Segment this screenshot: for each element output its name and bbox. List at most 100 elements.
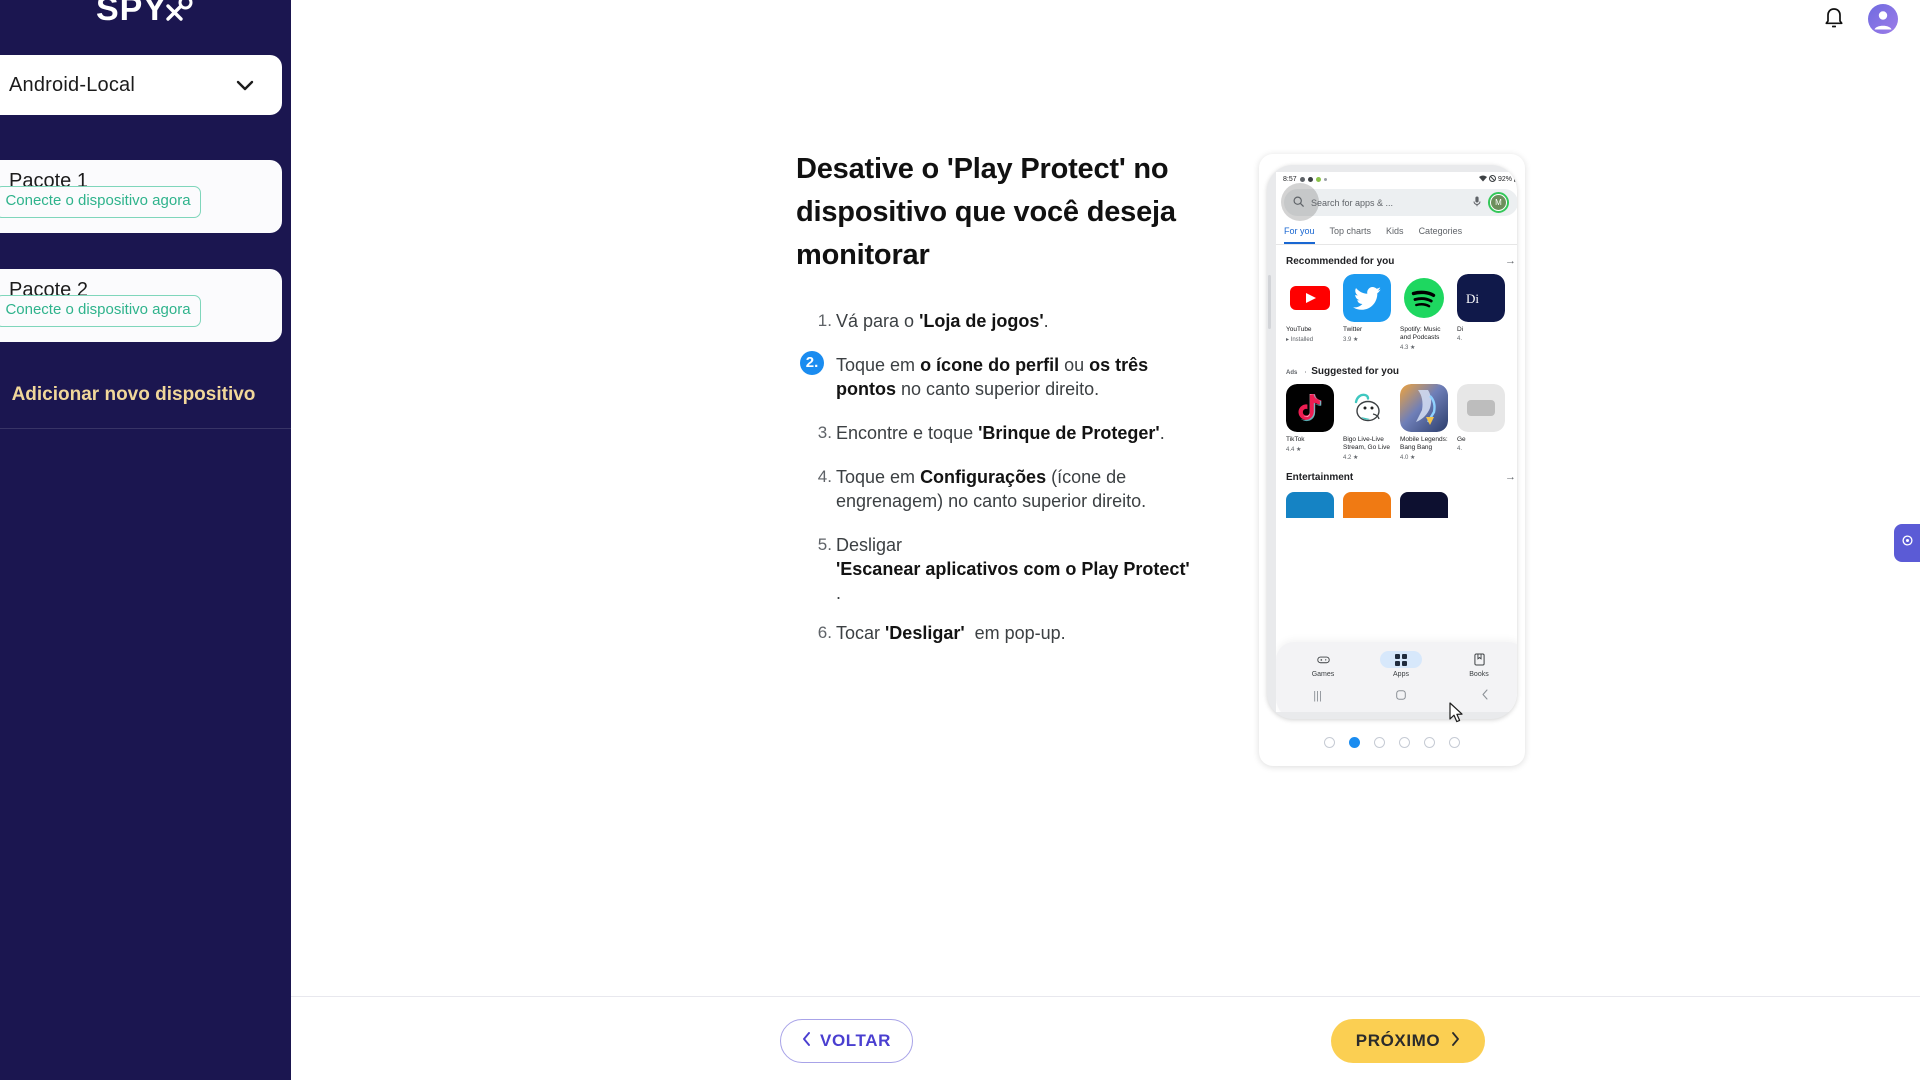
recommended-app-item[interactable]: Twitter 3.9 ★ <box>1343 274 1391 351</box>
app-name: Ge <box>1457 436 1466 443</box>
device-selector[interactable]: Android-Local <box>0 55 282 115</box>
phone-frame: 8:57 92% Search for apps & ... M For you… <box>1267 165 1517 719</box>
device-selector-value: Android-Local <box>9 73 136 96</box>
phone-side-button <box>1268 275 1271 329</box>
pagination-dot-1[interactable] <box>1324 737 1335 748</box>
app-meta: 4.4 ★ <box>1286 447 1302 453</box>
status-icon-1 <box>1299 176 1305 182</box>
bigo-live-icon <box>1343 384 1391 432</box>
disney-icon: Di <box>1457 274 1505 322</box>
system-nav: ||| <box>1276 689 1517 703</box>
battery-icon <box>1514 174 1517 184</box>
suggested-app-item[interactable]: TikTok 4.4 ★ <box>1286 384 1334 461</box>
app-meta: 4. <box>1457 446 1463 452</box>
spotify-icon <box>1400 274 1448 322</box>
back-icon[interactable] <box>1481 689 1489 703</box>
phone-tab-for-you[interactable]: For you <box>1284 223 1315 244</box>
pagination-dot-2[interactable] <box>1349 737 1360 748</box>
next-button[interactable]: PRÓXIMO <box>1331 1019 1485 1063</box>
package-card-1[interactable]: Pacote 1 Conecte o dispositivo agora <box>0 160 282 233</box>
account-avatar[interactable]: M <box>1488 192 1509 213</box>
bottom-nav-apps[interactable]: Apps <box>1374 651 1428 678</box>
tiktok-icon <box>1286 384 1334 432</box>
bottom-nav: Games Apps Books <box>1276 651 1517 678</box>
arrow-right-icon[interactable]: → <box>1505 471 1516 483</box>
step-item-6: Tocar 'Desligar' em pop-up. <box>806 621 1066 645</box>
search-icon <box>1293 194 1304 212</box>
pagination-dot-3[interactable] <box>1374 737 1385 748</box>
section-header-recommended: Recommended for you → <box>1276 245 1517 274</box>
recommended-app-item[interactable]: Spotify: Music and Podcasts 4.3 ★ <box>1400 274 1448 351</box>
step-item-5: Desligar 'Escanear aplicativos com o Play… <box>806 533 1190 603</box>
step-item-3: Encontre e toque 'Brinque de Proteger'. <box>806 421 1165 445</box>
pagination-dot-5[interactable] <box>1424 737 1435 748</box>
suggested-app-item[interactable]: Bigo Live-Live Stream, Go Live 4.2 ★ <box>1343 384 1391 461</box>
status-icon-4 <box>1323 177 1327 181</box>
pagination-dot-4[interactable] <box>1399 737 1410 748</box>
sidebar: SPY Android-Local Pacote 1 Conecte o dis… <box>0 0 291 1080</box>
suggested-app-row: TikTok 4.4 ★ Bigo Live-Live Stream, Go Liv… <box>1276 384 1517 461</box>
suggested-app-item[interactable]: Ge 4. <box>1457 384 1505 461</box>
entertainment-row <box>1276 492 1517 518</box>
add-new-device-button[interactable]: Adicionar novo dispositivo <box>0 372 282 418</box>
status-icon-2 <box>1307 176 1313 182</box>
recommended-app-item[interactable]: YouTube ▸ Installed <box>1286 274 1334 351</box>
phone-bottom-bar: Games Apps Books ||| <box>1276 642 1517 712</box>
support-tab-button[interactable] <box>1894 524 1920 562</box>
youtube-icon <box>1286 274 1334 322</box>
phone-tab-kids[interactable]: Kids <box>1386 223 1404 244</box>
ads-badge: Ads <box>1286 370 1298 376</box>
entertainment-card[interactable] <box>1286 492 1334 518</box>
ads-separator: · <box>1304 370 1307 376</box>
app-name: Bigo Live-Live Stream, Go Live <box>1343 436 1390 451</box>
app-meta: 4. <box>1457 336 1463 342</box>
app-name: Mobile Legends: Bang Bang <box>1400 436 1448 451</box>
phone-tab-categories[interactable]: Categories <box>1419 223 1463 244</box>
pagination-dot-6[interactable] <box>1449 737 1460 748</box>
connect-device-button-2[interactable]: Conecte o dispositivo agora <box>0 295 201 327</box>
spy-logo-icon <box>165 0 195 24</box>
arrow-right-icon[interactable]: → <box>1505 255 1516 267</box>
phone-tab-top-charts[interactable]: Top charts <box>1330 223 1372 244</box>
step-item-2: Toque em o ícone do perfil ou os três po… <box>796 351 1211 401</box>
package-card-2[interactable]: Pacote 2 Conecte o dispositivo agora <box>0 269 282 342</box>
app-name: Di <box>1457 326 1464 333</box>
entertainment-card[interactable] <box>1343 492 1391 518</box>
brand-logo[interactable]: SPY <box>0 0 291 26</box>
search-input[interactable]: Search for apps & ... <box>1311 198 1466 208</box>
suggested-app-item[interactable]: Mobile Legends: Bang Bang 4.0 ★ <box>1400 384 1448 461</box>
mobile-legends-icon <box>1400 384 1448 432</box>
section-title: Entertainment <box>1286 471 1354 483</box>
app-meta: 4.3 ★ <box>1400 345 1416 351</box>
pagination-dots <box>1259 737 1525 748</box>
gamepad-icon <box>1302 651 1344 668</box>
play-store-search-bar[interactable]: Search for apps & ... M <box>1281 183 1517 221</box>
connect-device-button-1[interactable]: Conecte o dispositivo agora <box>0 186 201 218</box>
play-store-tabs: For you Top charts Kids Categories <box>1276 223 1517 245</box>
game-icon <box>1457 384 1505 432</box>
recents-icon[interactable]: ||| <box>1313 690 1322 702</box>
chevron-right-icon <box>1451 1031 1460 1051</box>
app-name: TikTok <box>1286 436 1305 443</box>
app-name: YouTube <box>1286 326 1312 333</box>
next-button-label: PRÓXIMO <box>1355 1031 1441 1050</box>
app-meta: ▸ Installed <box>1286 337 1314 343</box>
home-icon[interactable] <box>1396 689 1407 703</box>
recommended-app-item[interactable]: Di Di 4. <box>1457 274 1505 351</box>
bottom-nav-books[interactable]: Books <box>1452 651 1506 678</box>
page-title: Desative o 'Play Protect' no dispositivo… <box>796 153 1176 271</box>
bottom-nav-games[interactable]: Games <box>1296 651 1350 678</box>
dnd-icon <box>1488 174 1496 184</box>
back-button[interactable]: VOLTAR <box>780 1019 913 1063</box>
wifi-icon <box>1478 175 1487 184</box>
mouse-pointer-icon <box>1449 702 1465 724</box>
entertainment-card[interactable] <box>1400 492 1448 518</box>
section-header-entertainment: Entertainment → <box>1276 461 1517 490</box>
bottom-nav-label: Games <box>1311 671 1335 678</box>
microphone-icon[interactable] <box>1473 194 1481 212</box>
app-meta: 4.0 ★ <box>1400 455 1416 461</box>
sidebar-divider <box>0 428 291 429</box>
onboarding-content: Desative o 'Play Protect' no dispositivo… <box>291 0 1920 1080</box>
battery-percent: 92% <box>1497 175 1512 183</box>
bottom-nav-label: Books <box>1469 671 1489 678</box>
